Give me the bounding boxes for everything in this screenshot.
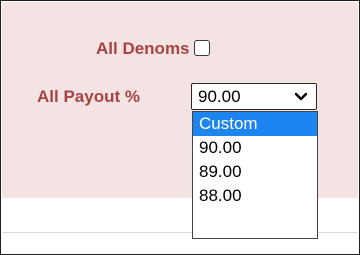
payout-select[interactable]: 90.00 [191,83,317,110]
all-denoms-row: All Denoms [96,37,210,59]
dropdown-option-90[interactable]: 90.00 [193,136,317,160]
all-denoms-checkbox[interactable] [193,40,210,56]
chevron-down-icon [294,92,308,100]
all-payout-label: All Payout % [37,86,140,106]
all-payout-row: All Payout % [37,83,140,109]
payout-dropdown-list: Custom 90.00 89.00 88.00 [192,111,318,239]
dropdown-option-89[interactable]: 89.00 [193,160,317,184]
payout-select-value: 90.00 [198,86,241,106]
dropdown-option-88[interactable]: 88.00 [193,184,317,208]
all-denoms-label: All Denoms [96,38,190,58]
dropdown-option-custom[interactable]: Custom [193,112,317,136]
